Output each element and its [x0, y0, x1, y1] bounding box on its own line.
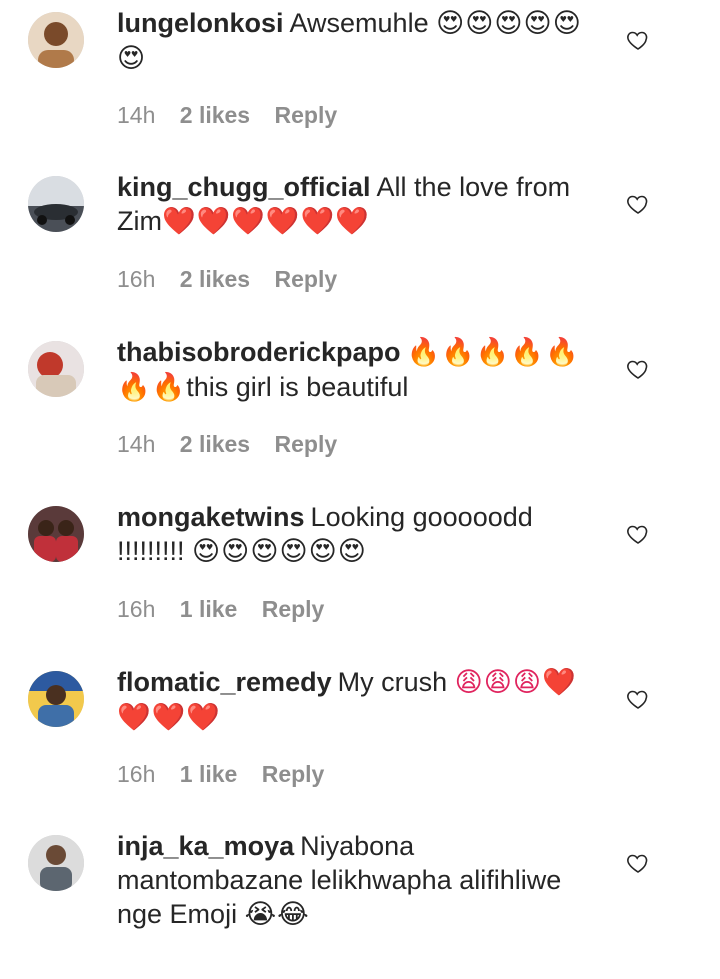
comment-time: 14h — [117, 102, 156, 128]
like-heart-icon[interactable] — [626, 192, 650, 216]
heart-icon — [627, 360, 648, 379]
comment-meta: 14h 2 likes Reply — [117, 431, 355, 458]
comment-body: Awsemuhle — [289, 8, 429, 38]
avatar-image — [28, 835, 84, 891]
avatar-image — [28, 506, 84, 562]
like-heart-icon[interactable] — [626, 851, 650, 875]
reply-button[interactable]: Reply — [262, 761, 325, 787]
comment-item: mongaketwins Looking gooooodd !!!!!!!!! 😍… — [0, 500, 720, 650]
heart-icon — [627, 195, 648, 214]
reply-button[interactable]: Reply — [262, 596, 325, 622]
like-heart-icon[interactable] — [626, 687, 650, 711]
comment-username[interactable]: thabisobroderickpapo — [117, 337, 401, 367]
comment-text: thabisobroderickpapo 🔥🔥🔥🔥🔥🔥🔥this girl is … — [117, 335, 607, 405]
avatar[interactable] — [28, 671, 84, 727]
like-heart-icon[interactable] — [626, 522, 650, 546]
comment-username[interactable]: flomatic_remedy — [117, 667, 332, 697]
comment-meta: 16h 1 like Reply — [117, 761, 342, 788]
comment-time: 14h — [117, 431, 156, 457]
heart-icon — [627, 854, 648, 873]
comment-username[interactable]: mongaketwins — [117, 502, 305, 532]
reply-button[interactable]: Reply — [275, 102, 338, 128]
comment-time: 16h — [117, 596, 156, 622]
comment-emojis: ❤️❤️❤️❤️❤️❤️ — [161, 206, 370, 237]
comment-emojis: 😭😂 — [244, 899, 310, 930]
comment-likes[interactable]: 1 like — [180, 596, 238, 622]
comment-emojis: 😍😍😍😍😍😍 — [192, 536, 367, 567]
comment-time: 16h — [117, 266, 156, 292]
avatar[interactable] — [28, 176, 84, 232]
comment-body: My crush — [337, 667, 448, 697]
comments-list: lungelonkosi Awsemuhle 😍😍😍😍😍😍 14h 2 likes… — [0, 0, 720, 930]
heart-icon — [627, 31, 648, 50]
comment-username[interactable]: king_chugg_official — [117, 172, 371, 202]
avatar[interactable] — [28, 835, 84, 891]
heart-icon — [627, 525, 648, 544]
comment-text: lungelonkosi Awsemuhle 😍😍😍😍😍😍 — [117, 6, 607, 76]
like-heart-icon[interactable] — [626, 357, 650, 381]
comment-likes[interactable]: 1 like — [180, 761, 238, 787]
comment-item: thabisobroderickpapo 🔥🔥🔥🔥🔥🔥🔥this girl is … — [0, 335, 720, 485]
comment-text: flomatic_remedy My crush 😩😩😩❤️❤️❤️❤️ — [117, 665, 607, 735]
avatar-image — [28, 671, 84, 727]
avatar-image — [28, 12, 84, 68]
avatar-image — [28, 176, 84, 232]
comment-meta: 16h 2 likes Reply — [117, 266, 355, 293]
comment-meta: 16h 1 like Reply — [117, 596, 342, 623]
reply-button[interactable]: Reply — [275, 431, 338, 457]
comment-text: king_chugg_official All the love from Zim… — [117, 170, 607, 239]
comment-item: inja_ka_moya Niyabona mantombazane lelikh… — [0, 829, 720, 979]
avatar-image — [28, 341, 84, 397]
comment-text: inja_ka_moya Niyabona mantombazane lelikh… — [117, 829, 607, 932]
comment-item: flomatic_remedy My crush 😩😩😩❤️❤️❤️❤️ 16h … — [0, 665, 720, 815]
reply-button[interactable]: Reply — [275, 266, 338, 292]
comment-likes[interactable]: 2 likes — [180, 102, 250, 128]
comment-item: king_chugg_official All the love from Zim… — [0, 170, 720, 320]
like-heart-icon[interactable] — [626, 28, 650, 52]
avatar[interactable] — [28, 12, 84, 68]
comment-likes[interactable]: 2 likes — [180, 431, 250, 457]
comment-username[interactable]: inja_ka_moya — [117, 831, 294, 861]
comment-text: mongaketwins Looking gooooodd !!!!!!!!! 😍… — [117, 500, 607, 569]
avatar[interactable] — [28, 341, 84, 397]
heart-icon — [627, 690, 648, 709]
comment-meta: 14h 2 likes Reply — [117, 102, 355, 129]
avatar[interactable] — [28, 506, 84, 562]
comment-username[interactable]: lungelonkosi — [117, 8, 284, 38]
comment-item: lungelonkosi Awsemuhle 😍😍😍😍😍😍 14h 2 likes… — [0, 6, 720, 156]
comment-likes[interactable]: 2 likes — [180, 266, 250, 292]
comment-time: 16h — [117, 761, 156, 787]
comment-body: this girl is beautiful — [186, 372, 409, 402]
